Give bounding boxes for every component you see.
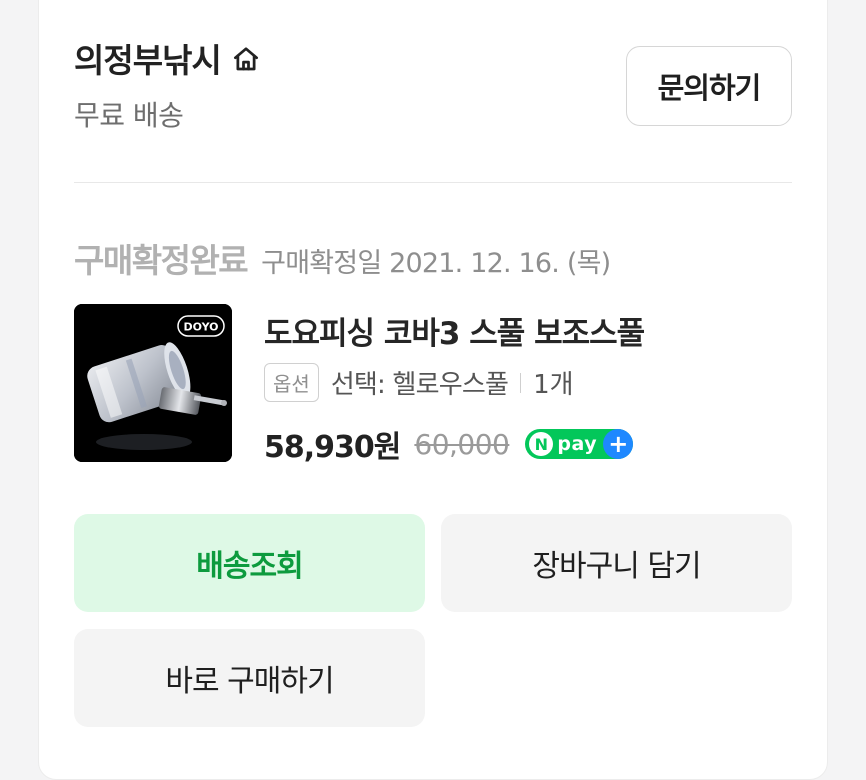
store-name[interactable]: 의정부낚시 [74,34,222,82]
order-status-row: 구매확정완료 구매확정일 2021. 12. 16. (목) [74,234,611,282]
price-row: 58,930원 60,000 N pay + [264,422,634,466]
confirm-date: 구매확정일 2021. 12. 16. (목) [261,248,611,279]
option-row: 옵션 선택: 헬로우스풀 1개 [264,363,574,402]
option-quantity: 1개 [533,370,574,400]
divider [74,182,792,183]
sale-price: 58,930원 [264,430,401,465]
plus-icon: + [603,429,634,459]
product-thumbnail[interactable]: DOYO [74,304,232,462]
home-icon[interactable] [229,42,263,76]
npay-n-icon: N [529,432,554,456]
product-name[interactable]: 도요피싱 코바3 스풀 보조스풀 [264,308,645,353]
inquiry-button[interactable]: 문의하기 [626,46,792,126]
option-text: 선택: 헬로우스풀 [330,370,509,400]
option-separator [520,372,522,393]
npay-label: pay [557,433,598,455]
shipping-info: 무료 배송 [74,99,184,132]
add-to-cart-button[interactable]: 장바구니 담기 [441,514,792,612]
option-badge: 옵션 [264,363,319,402]
npay-plus-badge: N pay + [525,429,634,459]
buy-now-button[interactable]: 바로 구매하기 [74,629,425,727]
track-shipping-button[interactable]: 배송조회 [74,514,425,612]
store-header: 의정부낚시 [74,34,263,82]
original-price: 60,000 [414,427,510,461]
thumbnail-brand: DOYO [183,321,218,334]
order-status: 구매확정완료 [74,241,249,280]
